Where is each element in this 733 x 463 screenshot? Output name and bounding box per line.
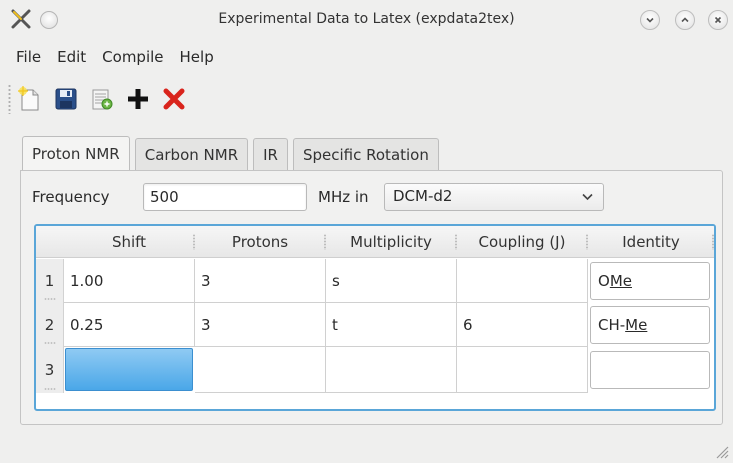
cell-shift[interactable]: 1.00 xyxy=(64,259,195,303)
identity-underlined: Me xyxy=(609,272,632,290)
solvent-select[interactable]: DCM-d2 xyxy=(384,183,604,211)
tab-proton-nmr[interactable]: Proton NMR xyxy=(22,136,130,170)
cell-protons[interactable]: 3 xyxy=(195,259,326,303)
cell-multiplicity[interactable]: s xyxy=(326,259,457,303)
new-button[interactable] xyxy=(12,82,48,116)
close-icon xyxy=(714,16,722,24)
save-button[interactable] xyxy=(48,82,84,116)
row-resize-handle[interactable] xyxy=(44,298,56,300)
cell-multiplicity[interactable]: t xyxy=(326,303,457,347)
cell-multiplicity[interactable] xyxy=(326,347,457,393)
unit-label: MHz in xyxy=(318,188,369,206)
frequency-label: Frequency xyxy=(32,188,110,206)
add-row-button[interactable] xyxy=(120,82,156,116)
solvent-value: DCM-d2 xyxy=(393,187,453,205)
column-resize-handle[interactable] xyxy=(712,234,714,250)
menu-bar: File Edit Compile Help xyxy=(0,44,222,72)
export-icon xyxy=(92,89,113,110)
column-header-multiplicity[interactable]: Multiplicity xyxy=(326,226,456,258)
delete-icon xyxy=(163,88,185,110)
menu-compile[interactable]: Compile xyxy=(94,44,171,72)
menu-file[interactable]: File xyxy=(8,44,49,72)
export-button[interactable] xyxy=(84,82,120,116)
chevron-down-icon xyxy=(582,193,593,201)
menu-edit[interactable]: Edit xyxy=(49,44,94,72)
identity-prefix: O xyxy=(598,272,610,290)
maximize-icon xyxy=(681,17,689,23)
title-bar[interactable]: Experimental Data to Latex (expdata2tex) xyxy=(0,0,733,40)
tab-bar: Proton NMR Carbon NMR IR Specific Rotati… xyxy=(22,136,444,170)
delete-row-button[interactable] xyxy=(156,82,192,116)
tab-ir[interactable]: IR xyxy=(253,138,288,170)
app-window: Experimental Data to Latex (expdata2tex)… xyxy=(0,0,733,463)
column-header-shift[interactable]: Shift xyxy=(64,226,194,258)
table-header: Shift Protons Multiplicity Coupling (J) … xyxy=(36,226,714,258)
window-title: Experimental Data to Latex (expdata2tex) xyxy=(218,11,515,27)
row-resize-handle[interactable] xyxy=(44,388,56,390)
identity-underlined: Me xyxy=(625,316,648,334)
cell-identity-editor[interactable]: O Me xyxy=(590,262,710,300)
close-button[interactable] xyxy=(708,10,728,30)
identity-prefix: CH- xyxy=(598,316,626,334)
save-icon xyxy=(55,88,77,110)
cell-coupling[interactable]: 6 xyxy=(457,303,588,347)
cell-protons[interactable] xyxy=(195,347,326,393)
maximize-button[interactable] xyxy=(675,10,695,30)
column-header-identity[interactable]: Identity xyxy=(588,226,714,258)
cell-identity-editor[interactable]: CH- Me xyxy=(590,306,710,344)
add-icon xyxy=(128,89,148,109)
cell-identity-editor[interactable] xyxy=(590,351,710,389)
tab-specific-rotation[interactable]: Specific Rotation xyxy=(292,138,439,170)
row-header-1[interactable]: 1 xyxy=(36,259,64,303)
cell-protons[interactable]: 3 xyxy=(195,303,326,347)
menu-help[interactable]: Help xyxy=(172,44,222,72)
new-document-icon xyxy=(18,86,39,111)
cell-shift-selected[interactable] xyxy=(65,348,193,391)
column-header-protons[interactable]: Protons xyxy=(195,226,325,258)
toolbar-handle[interactable] xyxy=(8,84,11,114)
toolbar xyxy=(8,82,192,116)
nmr-table[interactable]: Shift Protons Multiplicity Coupling (J) … xyxy=(34,224,716,411)
row-resize-handle[interactable] xyxy=(44,342,56,344)
cell-coupling[interactable] xyxy=(457,347,588,393)
column-header-coupling[interactable]: Coupling (J) xyxy=(457,226,587,258)
tab-carbon-nmr[interactable]: Carbon NMR xyxy=(134,138,249,170)
resize-grip-icon[interactable] xyxy=(713,443,729,459)
minimize-button[interactable] xyxy=(640,10,660,30)
row-header-3[interactable]: 3 xyxy=(36,347,64,393)
row-header-2[interactable]: 2 xyxy=(36,303,64,347)
minimize-icon xyxy=(646,17,654,23)
cell-shift[interactable]: 0.25 xyxy=(64,303,195,347)
cell-coupling[interactable] xyxy=(457,259,588,303)
frequency-input[interactable] xyxy=(143,183,307,211)
